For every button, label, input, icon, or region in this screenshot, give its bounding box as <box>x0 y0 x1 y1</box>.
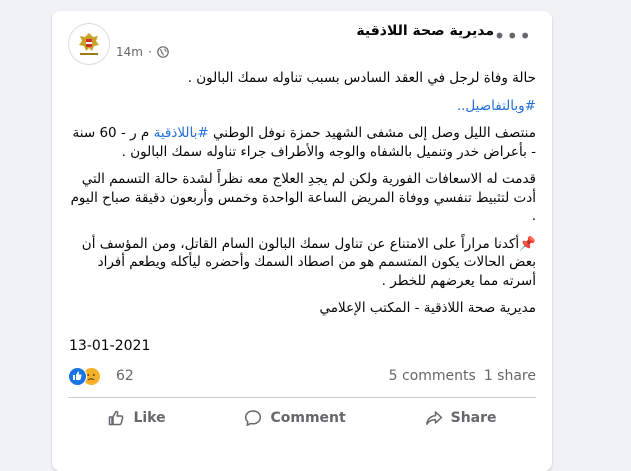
shares-count[interactable]: 1 share <box>484 368 536 384</box>
post-text: حالة وفاة لرجل في العقد السادس بسبب تناو… <box>68 69 536 318</box>
reactions-bar: 62 5 comments 1 share <box>68 366 536 388</box>
hashtag-link[interactable]: #وبالتفاصيل.. <box>457 98 536 114</box>
share-label: Share <box>450 410 497 426</box>
share-icon <box>425 411 442 425</box>
globe-icon <box>156 46 169 58</box>
share-button[interactable]: Share <box>405 409 517 427</box>
post-paragraph-6: مديرية صحة اللاذقية - المكتب الإعلامي <box>319 300 536 316</box>
page-name[interactable]: مديرية صحة اللاذقية <box>356 23 494 39</box>
like-reaction-icon <box>68 367 87 386</box>
post-date: 13-01-2021 <box>69 338 151 354</box>
paragraph-text: منتصف الليل وصل إلى مشفى الشهيد حمزة نوف… <box>208 125 536 141</box>
post-paragraph-4: قدمت له الاسعافات الفورية ولكن لم يجدِ ا… <box>70 171 536 224</box>
post-paragraph-1: حالة وفاة لرجل في العقد السادس بسبب تناو… <box>187 70 536 86</box>
comments-count[interactable]: 5 comments <box>389 368 476 384</box>
comment-button[interactable]: Comment <box>224 409 365 427</box>
thumbs-up-icon <box>109 410 124 426</box>
post-stats: 5 comments 1 share <box>389 368 536 384</box>
post-paragraph-2: #وبالتفاصيل.. <box>68 97 536 116</box>
hashtag-link[interactable]: #باللاذقية <box>154 125 209 141</box>
reaction-count[interactable]: 62 <box>116 368 134 384</box>
action-bar: Like Comment Share <box>68 403 536 433</box>
like-label: Like <box>133 410 166 426</box>
more-options-icon[interactable]: ••• <box>494 26 532 46</box>
reaction-icons[interactable] <box>68 366 108 388</box>
like-button[interactable]: Like <box>87 409 185 427</box>
comment-label: Comment <box>270 410 346 426</box>
divider <box>68 397 536 398</box>
page-avatar[interactable] <box>68 23 110 65</box>
post-paragraph-3: منتصف الليل وصل إلى مشفى الشهيد حمزة نوف… <box>68 124 536 161</box>
comment-icon <box>245 410 262 426</box>
post-time[interactable]: 14m <box>116 45 143 59</box>
post-paragraph-5: 📌أكدنا مراراً على الامتناع عن تناول سمك … <box>81 235 536 289</box>
post-meta: 14m · <box>116 45 169 59</box>
post-card: مديرية صحة اللاذقية 14m · ••• حالة وفاة … <box>52 11 552 471</box>
